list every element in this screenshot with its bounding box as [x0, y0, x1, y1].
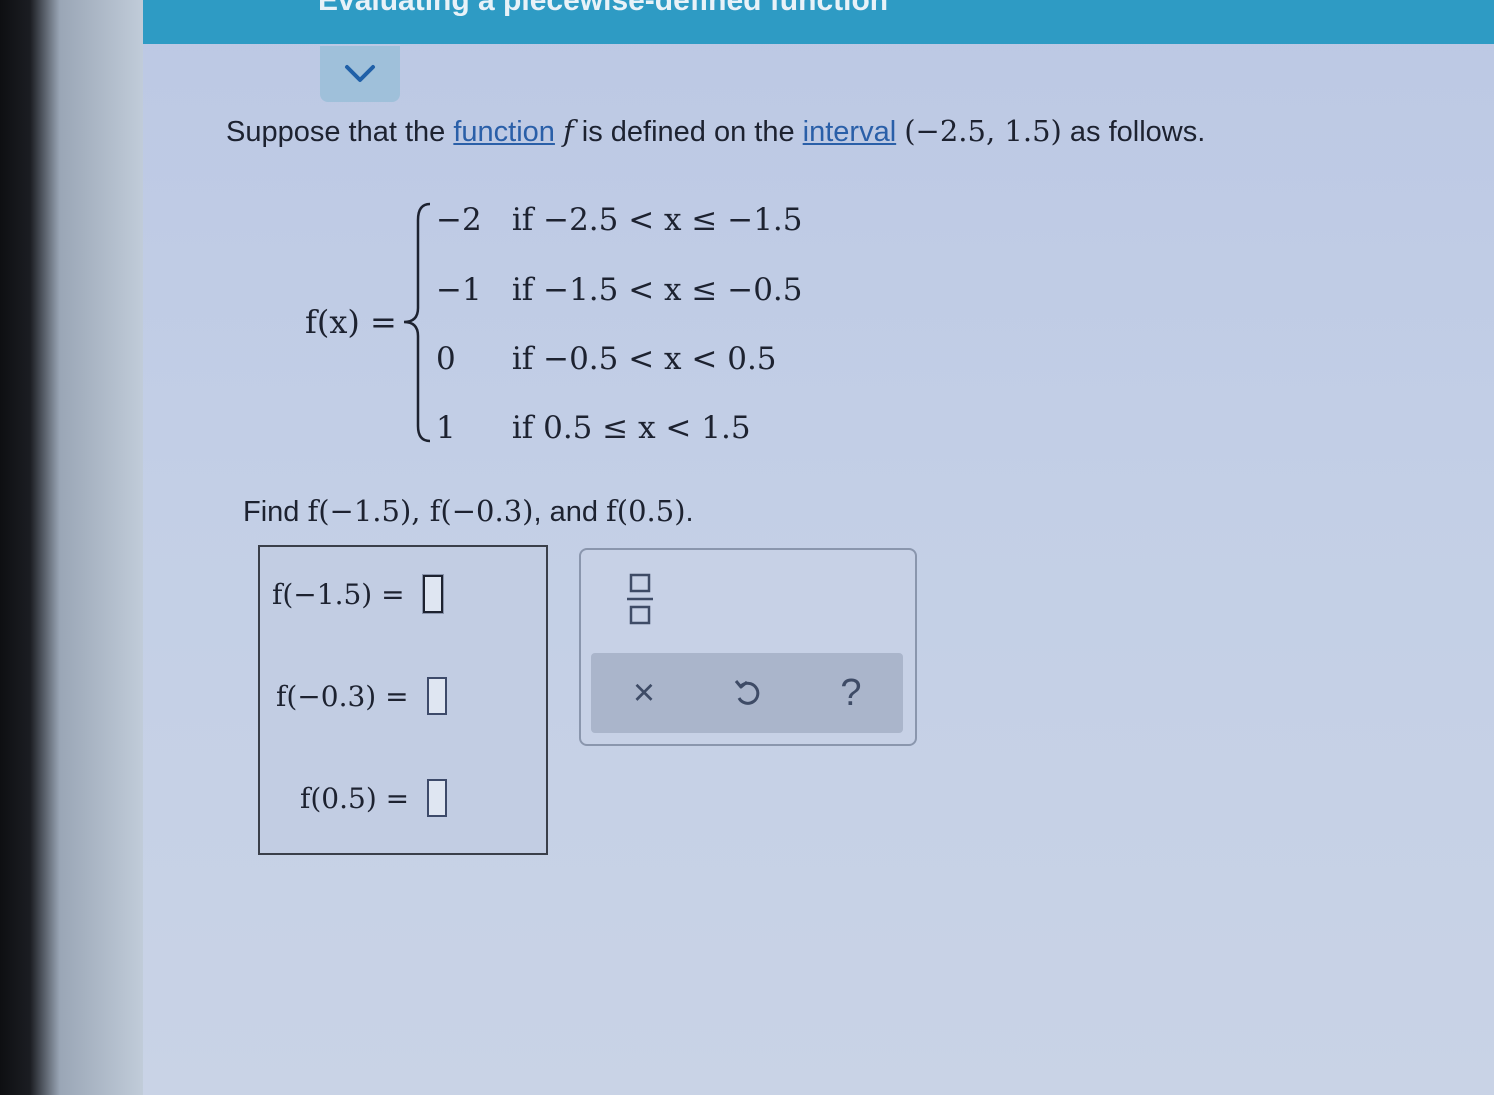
- case-row: 1 if 0.5 ≤ x < 1.5: [436, 410, 751, 446]
- header-bar: Evaluating a piecewise-defined function: [143, 0, 1494, 44]
- case-value: −1: [436, 272, 482, 308]
- find-suffix: .: [685, 496, 694, 528]
- chevron-down-icon: [345, 65, 375, 82]
- help-icon: ?: [840, 671, 862, 714]
- help-button[interactable]: ?: [811, 653, 891, 733]
- answer-row: f(−0.3) =: [276, 677, 447, 715]
- case-row: −1 if −1.5 < x ≤ −0.5: [436, 272, 803, 308]
- find-mid: , and: [533, 496, 607, 528]
- clear-button[interactable]: ×: [604, 653, 684, 733]
- find-prompt: Find f(−1.5), f(−0.3), and f(0.5).: [243, 494, 694, 529]
- case-row: −2 if −2.5 < x ≤ −1.5: [436, 202, 803, 238]
- case-row: 0 if −0.5 < x < 0.5: [436, 341, 777, 377]
- intro-suffix: as follows.: [1061, 116, 1206, 148]
- function-variable: f: [562, 114, 574, 148]
- case-value: 0: [436, 341, 456, 377]
- case-condition: if −0.5 < x < 0.5: [511, 341, 777, 377]
- function-link[interactable]: function: [453, 116, 555, 148]
- close-icon: ×: [632, 671, 656, 714]
- keypad-toolbar: × ?: [591, 653, 903, 733]
- intro-prefix: Suppose that the: [226, 116, 454, 148]
- find-expression: f(−1.5), f(−0.3): [307, 494, 534, 528]
- answer-input[interactable]: [427, 779, 448, 817]
- fraction-icon[interactable]: [625, 572, 655, 626]
- find-expression: f(0.5): [606, 494, 686, 528]
- collapse-toggle-button[interactable]: [320, 46, 400, 102]
- case-value: −2: [436, 202, 482, 238]
- interval-value: (−2.5, 1.5): [904, 114, 1062, 148]
- answer-input[interactable]: [426, 677, 447, 715]
- monitor-bezel: [0, 0, 150, 1095]
- answer-row: f(−1.5) =: [272, 574, 444, 614]
- undo-icon: [734, 680, 760, 705]
- problem-intro: Suppose that the function f is defined o…: [226, 114, 1205, 149]
- intro-mid: is defined on the: [573, 116, 803, 148]
- case-value: 1: [436, 410, 456, 446]
- answer-label: f(−1.5) =: [272, 577, 405, 611]
- answer-label: f(0.5) =: [300, 781, 410, 815]
- case-condition: if −1.5 < x ≤ −0.5: [511, 272, 803, 308]
- piecewise-brace: [403, 202, 431, 443]
- page-title: Evaluating a piecewise-defined function: [318, 0, 889, 17]
- undo-button[interactable]: [707, 653, 787, 733]
- find-prefix: Find: [243, 496, 308, 528]
- answer-input[interactable]: [421, 574, 444, 614]
- answer-row: f(0.5) =: [300, 779, 448, 817]
- answer-label: f(−0.3) =: [276, 679, 409, 713]
- case-condition: if 0.5 ≤ x < 1.5: [511, 410, 751, 446]
- function-definition-label: f(x) =: [305, 303, 397, 341]
- math-keypad: × ?: [579, 548, 917, 746]
- case-condition: if −2.5 < x ≤ −1.5: [511, 202, 803, 238]
- interval-link[interactable]: interval: [803, 116, 897, 148]
- answers-panel: f(−1.5) = f(−0.3) = f(0.5) =: [258, 545, 548, 855]
